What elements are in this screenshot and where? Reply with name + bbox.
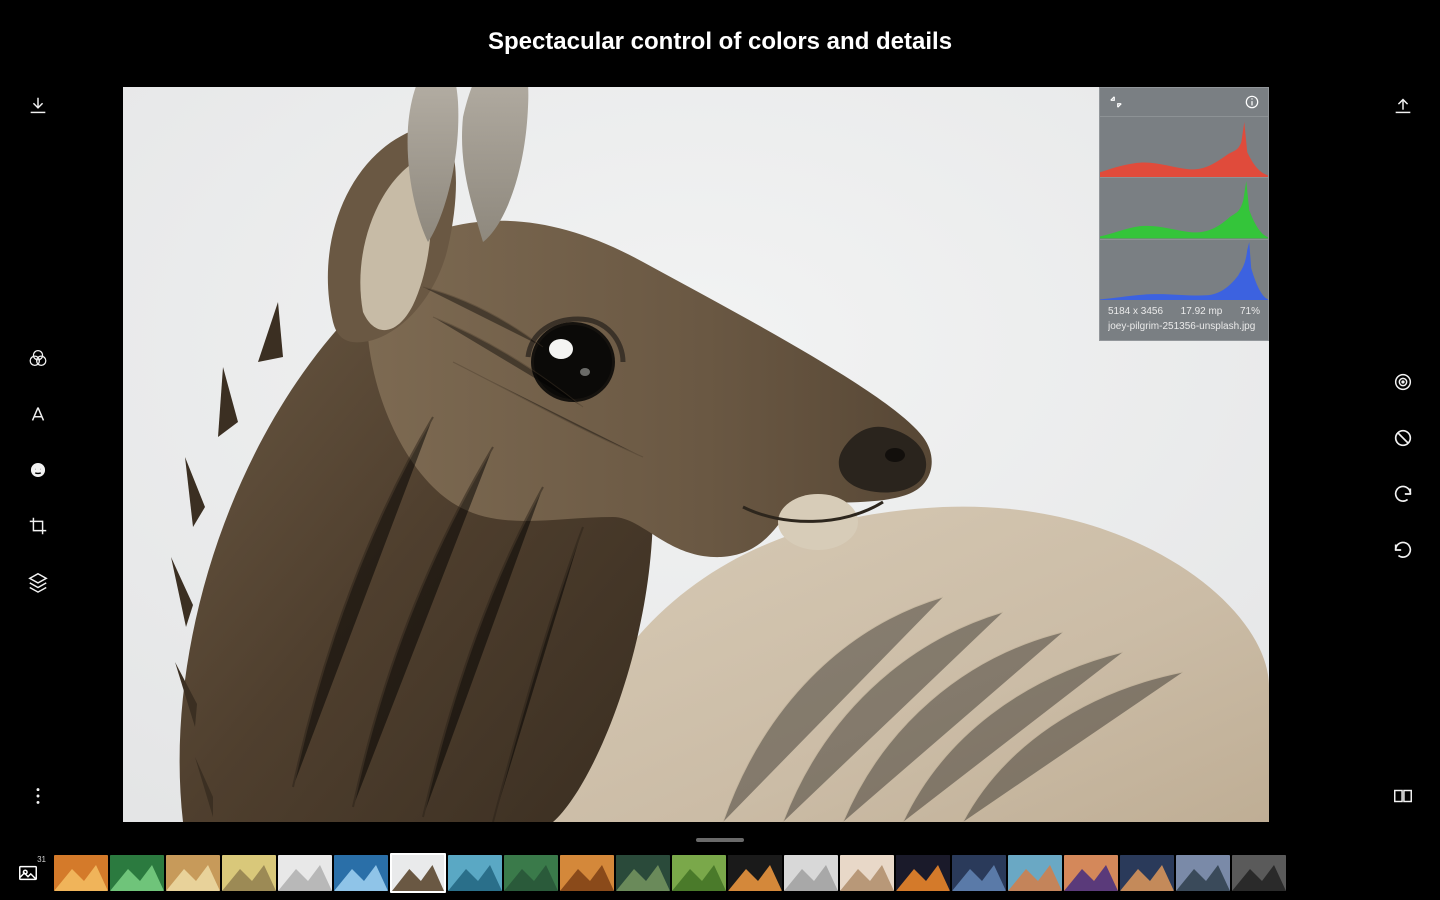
right-toolbar <box>1365 0 1440 840</box>
thumbnail[interactable] <box>1008 855 1062 891</box>
thumbnail[interactable] <box>448 855 502 891</box>
thumbnail[interactable] <box>166 855 220 891</box>
info-icon <box>1245 95 1259 109</box>
filters-icon <box>27 347 49 369</box>
thumbnail[interactable] <box>616 855 670 891</box>
collapse-button[interactable] <box>1108 94 1124 110</box>
download-icon <box>27 95 49 117</box>
filters-tool[interactable] <box>24 344 52 372</box>
left-toolbar <box>0 0 75 840</box>
page-title: Spectacular control of colors and detail… <box>0 28 1440 56</box>
split-view-icon <box>1392 785 1414 807</box>
collapse-icon <box>1109 95 1123 109</box>
image-megapixels: 17.92 mp <box>1181 306 1223 317</box>
image-canvas[interactable]: 5184 x 3456 17.92 mp 71% joey-pilgrim-25… <box>123 87 1269 822</box>
histogram-blue <box>1100 239 1268 300</box>
thumbnail[interactable] <box>672 855 726 891</box>
histogram-panel: 5184 x 3456 17.92 mp 71% joey-pilgrim-25… <box>1099 87 1269 341</box>
crop-tool[interactable] <box>24 512 52 540</box>
image-filename: joey-pilgrim-251356-unsplash.jpg <box>1108 321 1260 332</box>
crop-icon <box>27 515 49 537</box>
more-menu-button[interactable] <box>24 782 52 810</box>
undo-icon <box>1392 483 1414 505</box>
upload-icon <box>1392 95 1414 117</box>
thumbnail[interactable] <box>784 855 838 891</box>
thumbnail[interactable] <box>896 855 950 891</box>
image-icon <box>17 862 39 884</box>
library-button[interactable]: 31 <box>8 853 48 893</box>
main-image <box>123 87 1269 822</box>
thumbnail[interactable] <box>840 855 894 891</box>
thumbnail[interactable] <box>1176 855 1230 891</box>
undo-button[interactable] <box>1389 480 1417 508</box>
histogram-red <box>1100 116 1268 177</box>
compare-tool[interactable] <box>1389 424 1417 452</box>
compare-icon <box>1392 427 1414 449</box>
thumbnail[interactable] <box>390 853 446 893</box>
thumbnail[interactable] <box>1120 855 1174 891</box>
redo-icon <box>1392 539 1414 561</box>
redo-button[interactable] <box>1389 536 1417 564</box>
thumbnail[interactable] <box>278 855 332 891</box>
layers-icon <box>27 571 49 593</box>
face-tool[interactable] <box>24 456 52 484</box>
more-vertical-icon <box>27 785 49 807</box>
face-icon <box>27 459 49 481</box>
right-tool-group <box>1389 368 1417 564</box>
thumbnail[interactable] <box>728 855 782 891</box>
thumbnail[interactable] <box>54 855 108 891</box>
filmstrip: 31 <box>0 845 1440 900</box>
info-button[interactable] <box>1244 94 1260 110</box>
thumbnail[interactable] <box>334 855 388 891</box>
text-tool[interactable] <box>24 400 52 428</box>
thumbnail[interactable] <box>504 855 558 891</box>
thumbnail[interactable] <box>1064 855 1118 891</box>
app: Spectacular control of colors and detail… <box>0 0 1440 900</box>
histogram-header <box>1100 88 1268 116</box>
histogram-footer: 5184 x 3456 17.92 mp 71% joey-pilgrim-25… <box>1100 300 1268 340</box>
thumbnail[interactable] <box>110 855 164 891</box>
thumbnail-strip[interactable] <box>54 853 1432 893</box>
left-tool-group <box>24 344 52 596</box>
histogram-body <box>1100 116 1268 300</box>
layers-tool[interactable] <box>24 568 52 596</box>
thumbnail[interactable] <box>222 855 276 891</box>
target-tool[interactable] <box>1389 368 1417 396</box>
split-view-button[interactable] <box>1389 782 1417 810</box>
drag-handle[interactable] <box>696 838 744 842</box>
library-count: 31 <box>37 855 46 864</box>
thumbnail[interactable] <box>952 855 1006 891</box>
export-button[interactable] <box>1389 92 1417 120</box>
thumbnail[interactable] <box>560 855 614 891</box>
import-button[interactable] <box>24 92 52 120</box>
image-dimensions: 5184 x 3456 <box>1108 306 1163 317</box>
text-icon <box>27 403 49 425</box>
histogram-green <box>1100 177 1268 238</box>
target-icon <box>1392 371 1414 393</box>
image-zoom: 71% <box>1240 306 1260 317</box>
thumbnail[interactable] <box>1232 855 1286 891</box>
